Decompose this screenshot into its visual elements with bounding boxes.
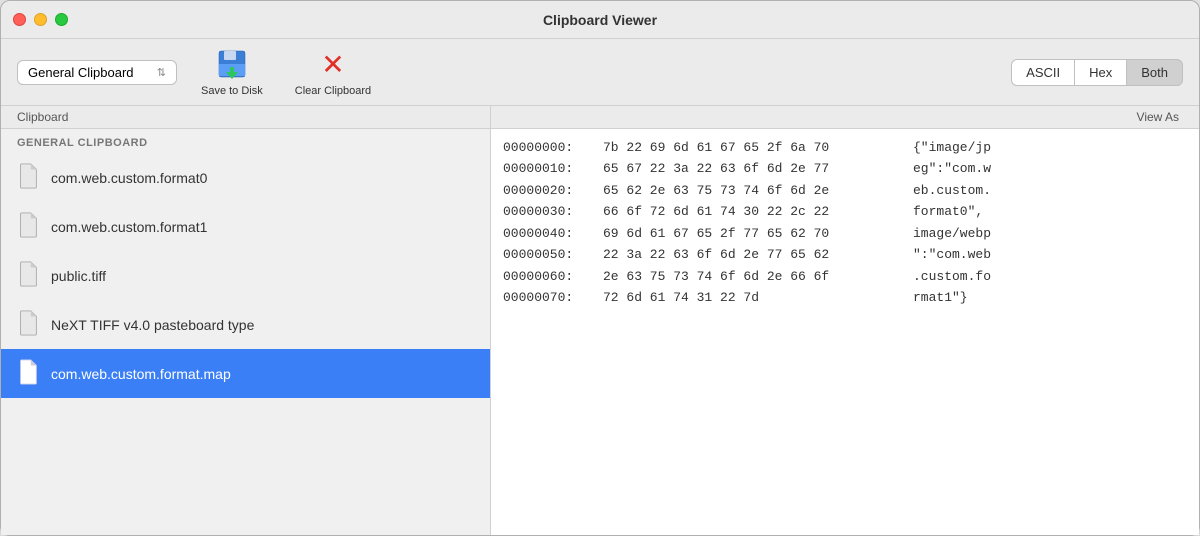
list-item[interactable]: com.web.custom.format1 — [1, 202, 490, 251]
hex-address: 00000060: — [503, 266, 603, 287]
hex-row: 00000060: 2e 63 75 73 74 6f 6d 2e 66 6f … — [503, 266, 1187, 287]
list-item[interactable]: com.web.custom.format.map — [1, 349, 490, 398]
clipboard-select[interactable]: General Clipboard ⇅ — [17, 60, 177, 85]
x-icon: ✕ — [321, 51, 344, 79]
maximize-button[interactable] — [55, 13, 68, 26]
hex-address: 00000030: — [503, 201, 603, 222]
hex-address: 00000000: — [503, 137, 603, 158]
hex-address: 00000020: — [503, 180, 603, 201]
list-item[interactable]: NeXT TIFF v4.0 pasteboard type — [1, 300, 490, 349]
toolbar-left: General Clipboard ⇅ — [17, 45, 995, 99]
hex-ascii: eb.custom. — [913, 180, 991, 201]
hex-address: 00000040: — [503, 223, 603, 244]
hex-row: 00000010: 65 67 22 3a 22 63 6f 6d 2e 77 … — [503, 158, 1187, 179]
list-item[interactable]: public.tiff — [1, 251, 490, 300]
save-to-disk-label: Save to Disk — [201, 85, 263, 97]
left-panel: GENERAL CLIPBOARD com.web.custom.format0… — [1, 129, 491, 535]
hex-ascii: image/webp — [913, 223, 991, 244]
hex-row: 00000040: 69 6d 61 67 65 2f 77 65 62 70 … — [503, 223, 1187, 244]
window-title: Clipboard Viewer — [543, 12, 657, 28]
clear-clipboard-label: Clear Clipboard — [295, 85, 371, 97]
clear-clipboard-icon: ✕ — [315, 47, 351, 83]
hex-ascii: ":"com.web — [913, 244, 991, 265]
hex-bytes: 72 6d 61 74 31 22 7d — [603, 287, 913, 308]
hex-ascii: .custom.fo — [913, 266, 991, 287]
hex-row: 00000030: 66 6f 72 6d 61 74 30 22 2c 22 … — [503, 201, 1187, 222]
hex-row: 00000020: 65 62 2e 63 75 73 74 6f 6d 2e … — [503, 180, 1187, 201]
chevron-updown-icon: ⇅ — [157, 66, 166, 79]
hex-bytes: 2e 63 75 73 74 6f 6d 2e 66 6f — [603, 266, 913, 287]
list-item-label: public.tiff — [51, 268, 106, 284]
hex-bytes: 66 6f 72 6d 61 74 30 22 2c 22 — [603, 201, 913, 222]
clipboard-list: com.web.custom.format0 com.web.custom.fo… — [1, 153, 490, 398]
hex-button[interactable]: Hex — [1074, 59, 1126, 86]
hex-row: 00000050: 22 3a 22 63 6f 6d 2e 77 65 62 … — [503, 244, 1187, 265]
clipboard-select-text: General Clipboard — [28, 65, 151, 80]
hex-ascii: rmat1"} — [913, 287, 968, 308]
toolbar: General Clipboard ⇅ — [1, 39, 1199, 106]
file-icon — [17, 310, 39, 339]
list-item-label: com.web.custom.format.map — [51, 366, 231, 382]
hex-row: 00000000: 7b 22 69 6d 61 67 65 2f 6a 70 … — [503, 137, 1187, 158]
list-item-label: com.web.custom.format0 — [51, 170, 207, 186]
hex-bytes: 65 62 2e 63 75 73 74 6f 6d 2e — [603, 180, 913, 201]
save-to-disk-button[interactable]: Save to Disk — [193, 45, 271, 99]
hex-ascii: format0", — [913, 201, 983, 222]
close-button[interactable] — [13, 13, 26, 26]
list-item-label: NeXT TIFF v4.0 pasteboard type — [51, 317, 254, 333]
hex-ascii: {"image/jp — [913, 137, 991, 158]
ascii-button[interactable]: ASCII — [1011, 59, 1074, 86]
file-icon — [17, 359, 39, 388]
file-icon — [17, 212, 39, 241]
titlebar: Clipboard Viewer — [1, 1, 1199, 39]
hex-content: 00000000: 7b 22 69 6d 61 67 65 2f 6a 70 … — [503, 137, 1187, 309]
list-item-label: com.web.custom.format1 — [51, 219, 207, 235]
clipboard-column-header: Clipboard — [1, 106, 491, 128]
hex-viewer[interactable]: 00000000: 7b 22 69 6d 61 67 65 2f 6a 70 … — [491, 129, 1199, 535]
main-content: GENERAL CLIPBOARD com.web.custom.format0… — [1, 129, 1199, 535]
hex-bytes: 65 67 22 3a 22 63 6f 6d 2e 77 — [603, 158, 913, 179]
file-icon — [17, 163, 39, 192]
hex-ascii: eg":"com.w — [913, 158, 991, 179]
view-as-column-header: View As — [491, 106, 1199, 128]
file-icon — [17, 261, 39, 290]
minimize-button[interactable] — [34, 13, 47, 26]
hex-bytes: 7b 22 69 6d 61 67 65 2f 6a 70 — [603, 137, 913, 158]
section-header: GENERAL CLIPBOARD — [1, 129, 490, 153]
view-as-group: ASCII Hex Both — [1011, 59, 1183, 86]
hex-bytes: 22 3a 22 63 6f 6d 2e 77 65 62 — [603, 244, 913, 265]
column-headers: Clipboard View As — [1, 106, 1199, 129]
save-disk-icon — [214, 47, 250, 83]
hex-row: 00000070: 72 6d 61 74 31 22 7d rmat1"} — [503, 287, 1187, 308]
hex-address: 00000070: — [503, 287, 603, 308]
both-button[interactable]: Both — [1126, 59, 1183, 86]
traffic-lights — [13, 13, 68, 26]
hex-address: 00000010: — [503, 158, 603, 179]
hex-bytes: 69 6d 61 67 65 2f 77 65 62 70 — [603, 223, 913, 244]
list-item[interactable]: com.web.custom.format0 — [1, 153, 490, 202]
main-window: Clipboard Viewer General Clipboard ⇅ — [0, 0, 1200, 536]
clear-clipboard-button[interactable]: ✕ Clear Clipboard — [287, 45, 379, 99]
hex-address: 00000050: — [503, 244, 603, 265]
